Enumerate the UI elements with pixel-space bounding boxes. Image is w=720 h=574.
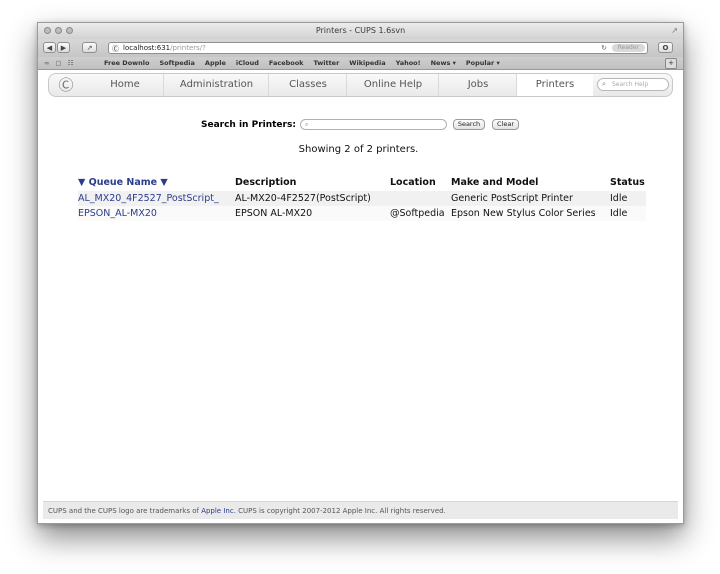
downloads-button[interactable]: O <box>658 42 673 53</box>
bookmark-item[interactable]: Facebook <box>269 57 304 69</box>
sort-queue-name-link[interactable]: ▼ Queue Name ▼ <box>78 177 168 188</box>
clear-button[interactable]: Clear <box>492 119 519 130</box>
downloads-icon: O <box>662 43 669 52</box>
printer-search-input[interactable]: ⌕ <box>300 119 447 130</box>
search-icon: ⌕ <box>305 121 309 128</box>
fullscreen-icon[interactable]: ↗ <box>671 27 678 35</box>
tab-printers[interactable]: Printers <box>516 74 593 96</box>
title-bar: Printers - CUPS 1.6svn ↗ <box>38 23 683 39</box>
share-button[interactable]: ↗ <box>82 42 97 53</box>
browser-toolbar: ◀ ▶ ↗ Ⓒ localhost:631/printers/? ↻ Reade… <box>38 39 683 57</box>
queue-name-cell: EPSON_AL-MX20 <box>78 206 235 221</box>
bookmarks-list: Free Downlo Softpedia Apple iCloud Faceb… <box>104 57 500 69</box>
tab-home[interactable]: Home <box>87 74 163 96</box>
search-label: Search in Printers: <box>201 120 296 130</box>
column-header-status: Status <box>610 177 645 188</box>
column-header-queue-name[interactable]: ▼ Queue Name ▼ <box>78 176 235 191</box>
results-summary: Showing 2 of 2 printers. <box>38 144 683 155</box>
cups-nav-bar: Ⓒ Home Administration Classes Online Hel… <box>48 73 673 97</box>
help-search-placeholder: Search Help <box>612 81 649 88</box>
bookmark-item[interactable]: Free Downlo <box>104 57 150 69</box>
url-host: localhost:631 <box>123 44 171 52</box>
printers-table: ▼ Queue Name ▼ Description Location Make… <box>78 176 646 221</box>
back-arrow-icon: ◀ <box>46 43 53 52</box>
cups-logo-icon[interactable]: Ⓒ <box>57 76 75 94</box>
search-icon: ⌕ <box>602 80 606 88</box>
forward-arrow-icon: ▶ <box>60 43 67 52</box>
printer-link[interactable]: AL_MX20_4F2527_PostScript_ <box>78 193 219 204</box>
bookmark-item[interactable]: Popular ▾ <box>466 57 500 69</box>
add-bookmark-button[interactable]: + <box>665 58 677 69</box>
bookmarks-icons: ∞ ▢ ☷ <box>44 57 73 69</box>
footer-suffix: CUPS is copyright 2007-2012 Apple Inc. A… <box>235 507 446 515</box>
printer-search-row: Search in Printers: ⌕ Search Clear <box>38 118 683 132</box>
window-title: Printers - CUPS 1.6svn <box>315 26 406 35</box>
bookmark-item[interactable]: iCloud <box>236 57 259 69</box>
tab-administration[interactable]: Administration <box>163 74 269 96</box>
help-search-input[interactable]: ⌕ Search Help <box>597 78 669 91</box>
bookmark-item[interactable]: Twitter <box>314 57 340 69</box>
tab-online-help[interactable]: Online Help <box>346 74 439 96</box>
status-cell: Idle <box>610 191 646 206</box>
location-cell: @Softpedia <box>390 206 451 221</box>
page-content: Ⓒ Home Administration Classes Online Hel… <box>38 70 683 522</box>
bookmark-item[interactable]: Softpedia <box>160 57 195 69</box>
queue-name-cell: AL_MX20_4F2527_PostScript_ <box>78 191 235 206</box>
reader-button[interactable]: Reader <box>611 44 645 52</box>
footer-prefix: CUPS and the CUPS logo are trademarks of <box>48 507 202 515</box>
browser-window: Printers - CUPS 1.6svn ↗ ◀ ▶ ↗ Ⓒ localho… <box>37 22 684 524</box>
column-header-make-model: Make and Model <box>451 177 539 188</box>
column-header-description: Description <box>235 177 297 188</box>
forward-button[interactable]: ▶ <box>57 42 70 53</box>
model-cell: Epson New Stylus Color Series <box>451 206 610 221</box>
bookmark-item[interactable]: News ▾ <box>431 57 456 69</box>
results-summary-text: Showing 2 of 2 printers. <box>298 144 419 155</box>
top-sites-icon[interactable]: ☷ <box>68 57 74 69</box>
reading-list-icon[interactable]: ∞ <box>44 57 49 69</box>
tab-classes[interactable]: Classes <box>268 74 347 96</box>
printer-link[interactable]: EPSON_AL-MX20 <box>78 208 157 219</box>
table-row: AL_MX20_4F2527_PostScript_ AL-MX20-4F252… <box>78 191 646 206</box>
bookmarks-book-icon[interactable]: ▢ <box>55 57 61 69</box>
url-path: /printers/? <box>170 44 206 52</box>
back-button[interactable]: ◀ <box>43 42 56 53</box>
page-footer: CUPS and the CUPS logo are trademarks of… <box>43 501 678 519</box>
share-icon: ↗ <box>86 43 93 52</box>
bookmark-item[interactable]: Yahoo! <box>396 57 421 69</box>
location-cell <box>390 191 451 206</box>
model-cell: Generic PostScript Printer <box>451 191 610 206</box>
zoom-window-button[interactable] <box>66 27 73 34</box>
minimize-window-button[interactable] <box>55 27 62 34</box>
table-row: EPSON_AL-MX20 EPSON AL-MX20 @Softpedia E… <box>78 206 646 221</box>
site-favicon-icon: Ⓒ <box>112 45 119 53</box>
column-header-location: Location <box>390 177 436 188</box>
address-bar[interactable]: Ⓒ localhost:631/printers/? ↻ Reader <box>108 42 648 54</box>
apple-link[interactable]: Apple Inc. <box>201 507 236 515</box>
window-controls <box>44 27 73 34</box>
close-window-button[interactable] <box>44 27 51 34</box>
bookmark-item[interactable]: Apple <box>205 57 226 69</box>
reload-icon[interactable]: ↻ <box>601 43 607 53</box>
tab-jobs[interactable]: Jobs <box>438 74 517 96</box>
bookmark-item[interactable]: Wikipedia <box>349 57 385 69</box>
search-button[interactable]: Search <box>453 119 485 130</box>
bookmarks-bar: ∞ ▢ ☷ Free Downlo Softpedia Apple iCloud… <box>38 57 683 70</box>
status-cell: Idle <box>610 206 646 221</box>
table-header-row: ▼ Queue Name ▼ Description Location Make… <box>78 176 646 191</box>
description-cell: AL-MX20-4F2527(PostScript) <box>235 191 390 206</box>
description-cell: EPSON AL-MX20 <box>235 206 390 221</box>
